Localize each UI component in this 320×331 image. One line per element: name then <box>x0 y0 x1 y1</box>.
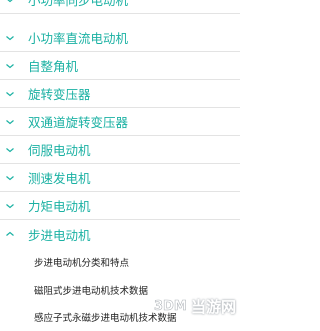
menu-item-small-sync-motor[interactable]: 小功率同步电动机 <box>0 0 240 14</box>
watermark-logo-icon: 3DM <box>154 297 188 317</box>
submenu-item-label: 步进电动机分类和特点 <box>34 258 130 269</box>
chevron-down-icon <box>5 145 15 155</box>
menu-item-small-dc-motor[interactable]: 小功率直流电动机 <box>0 24 240 52</box>
svg-text:3DM: 3DM <box>154 299 187 313</box>
menu-item-stepper-motor[interactable]: 步进电动机 <box>0 220 240 248</box>
menu-item-resolver[interactable]: 旋转变压器 <box>0 80 240 108</box>
menu-item-label: 双通道旋转变压器 <box>28 115 129 130</box>
menu-item-label: 旋转变压器 <box>28 87 91 102</box>
chevron-up-icon <box>5 229 15 239</box>
chevron-down-icon <box>5 61 15 71</box>
menu-item-dual-channel-resolver[interactable]: 双通道旋转变压器 <box>0 108 240 136</box>
submenu-item-stepper-types[interactable]: 步进电动机分类和特点 <box>0 248 240 276</box>
menu-item-label: 力矩电动机 <box>28 199 91 214</box>
chevron-down-icon <box>5 173 15 183</box>
menu-item-tachogenerator[interactable]: 测速发电机 <box>0 164 240 192</box>
menu-item-label: 小功率同步电动机 <box>28 0 129 8</box>
menu-item-label: 测速发电机 <box>28 171 91 186</box>
chevron-down-icon <box>5 117 15 127</box>
menu-item-torque-motor[interactable]: 力矩电动机 <box>0 192 240 220</box>
chevron-down-icon <box>5 33 15 43</box>
watermark-text: 当游网 <box>190 298 236 316</box>
menu-item-servo-motor[interactable]: 伺服电动机 <box>0 136 240 164</box>
menu-item-label: 伺服电动机 <box>28 143 91 158</box>
chevron-down-icon <box>5 89 15 99</box>
watermark: 3DM 当游网 <box>154 296 236 317</box>
menu-item-label: 步进电动机 <box>28 227 91 243</box>
submenu-item-label: 磁阻式步进电动机技术数据 <box>34 286 149 297</box>
menu-item-synchro[interactable]: 自整角机 <box>0 52 240 80</box>
menu-item-label: 小功率直流电动机 <box>28 31 129 46</box>
chevron-down-icon <box>5 0 15 5</box>
menu-item-label: 自整角机 <box>28 59 79 74</box>
chevron-down-icon <box>5 201 15 211</box>
